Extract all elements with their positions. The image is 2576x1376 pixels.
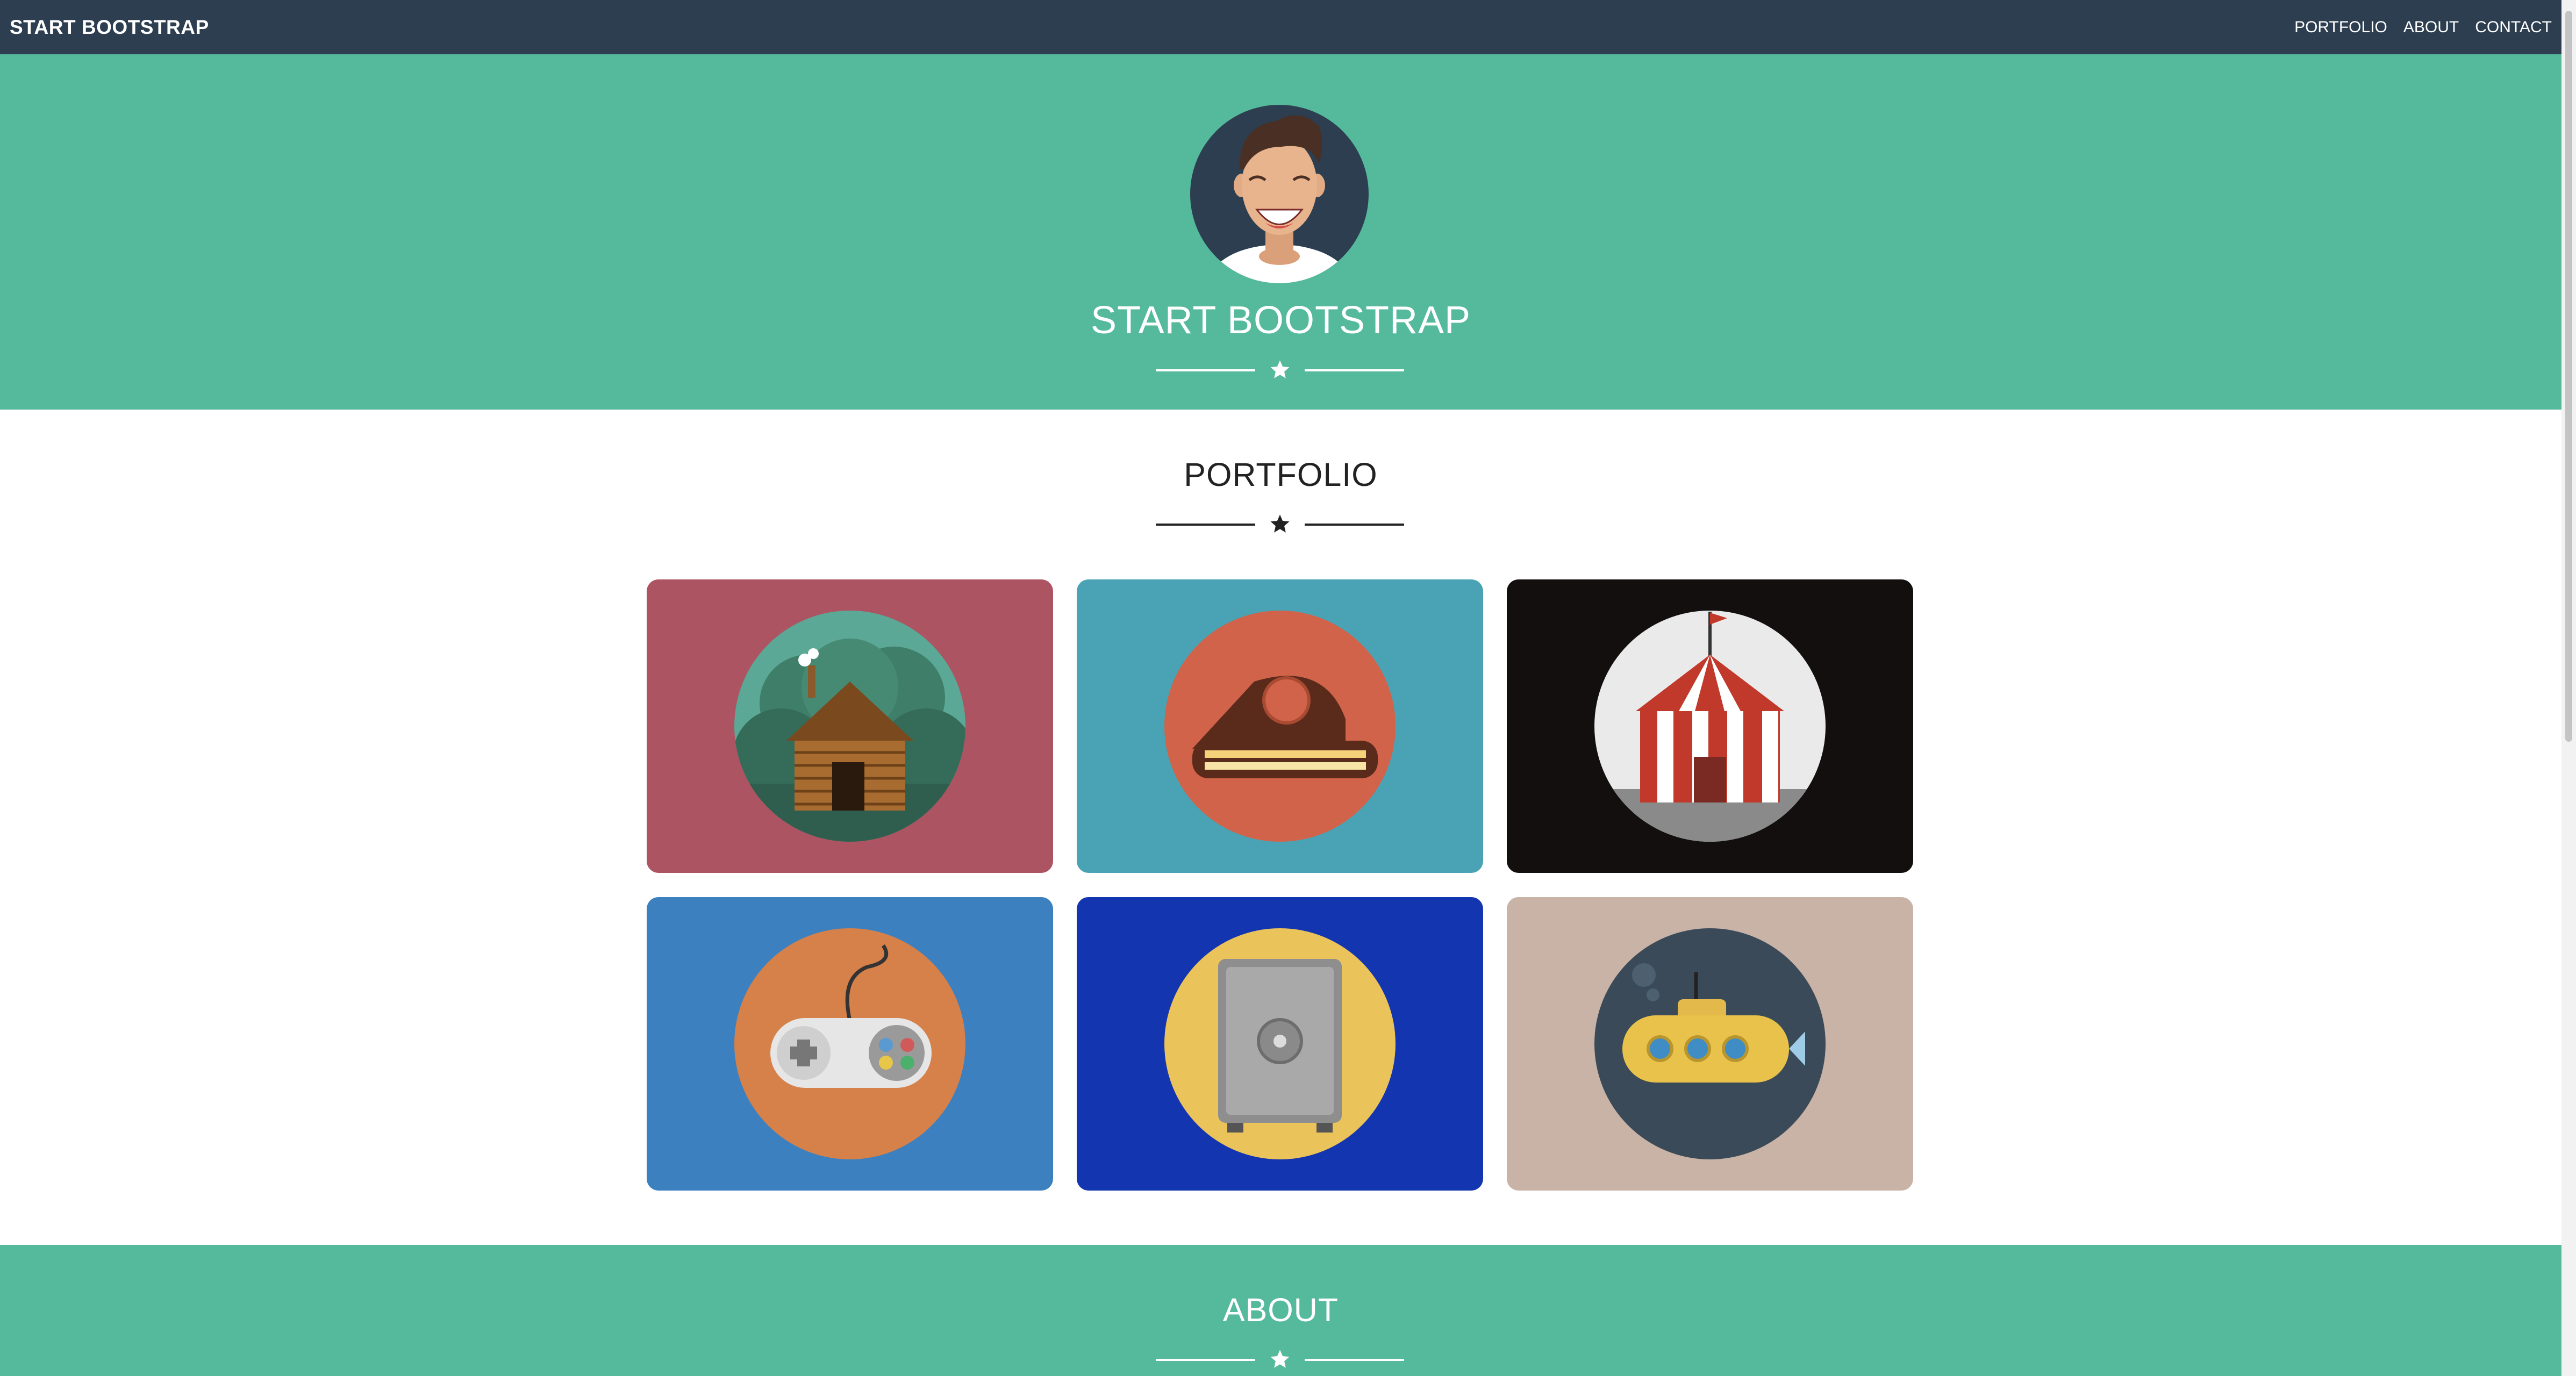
avatar (1190, 105, 1369, 283)
cake-slice-icon (1164, 611, 1396, 842)
divider-line (1305, 369, 1404, 371)
portfolio-title: PORTFOLIO (1184, 456, 1378, 493)
safe-icon (1164, 928, 1396, 1159)
nav-link-contact[interactable]: CONTACT (2475, 18, 2552, 37)
hero-title: START BOOTSTRAP (1090, 299, 1471, 342)
star-icon (1270, 360, 1290, 378)
nav-link-portfolio[interactable]: PORTFOLIO (2294, 18, 2387, 37)
portfolio-item-cabin[interactable] (647, 579, 1053, 873)
portfolio-item-cake[interactable] (1077, 579, 1483, 873)
nav-links: PORTFOLIO ABOUT CONTACT (2294, 18, 2552, 37)
divider-line (1305, 1359, 1404, 1361)
hero-divider (1156, 359, 1404, 382)
submarine-icon (1594, 928, 1826, 1159)
star-icon (1270, 1350, 1290, 1368)
scrollbar-thumb[interactable] (2565, 11, 2572, 742)
divider-line (1156, 369, 1255, 371)
portfolio-item-controller[interactable] (647, 897, 1053, 1191)
divider-line (1156, 1359, 1255, 1361)
game-controller-icon (734, 928, 965, 1159)
star-icon (1270, 514, 1290, 533)
portfolio-item-circus[interactable] (1507, 579, 1913, 873)
divider-line (1156, 524, 1255, 526)
about-divider (1156, 1348, 1404, 1372)
portfolio-divider (1156, 513, 1404, 536)
circus-tent-icon (1594, 611, 1826, 842)
divider-line (1305, 524, 1404, 526)
about-title: ABOUT (1222, 1292, 1339, 1328)
navbar: START BOOTSTRAP PORTFOLIO ABOUT CONTACT (0, 0, 2561, 54)
portfolio-item-safe[interactable] (1077, 897, 1483, 1191)
portfolio-item-submarine[interactable] (1507, 897, 1913, 1191)
navbar-brand[interactable]: START BOOTSTRAP (10, 16, 209, 39)
log-cabin-icon (734, 611, 965, 842)
nav-link-about[interactable]: ABOUT (2403, 18, 2459, 37)
